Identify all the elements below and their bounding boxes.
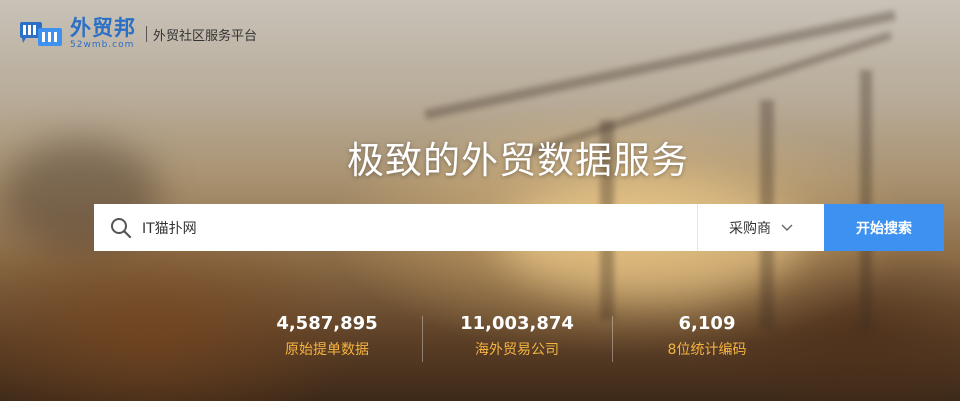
crane-silhouette (860, 70, 872, 330)
stat-label: 海外贸易公司 (475, 342, 559, 358)
search-input[interactable] (142, 204, 697, 251)
stat-item: 4,587,895 原始提单数据 (232, 310, 422, 362)
chevron-down-icon (781, 224, 793, 231)
search-type-selected: 采购商 (729, 220, 771, 237)
site-tagline: 外贸社区服务平台 (153, 28, 258, 44)
stat-label: 8位统计编码 (667, 342, 747, 358)
stat-value: 4,587,895 (276, 313, 378, 334)
stat-value: 6,109 (678, 313, 736, 334)
search-type-dropdown[interactable]: 采购商 (698, 204, 824, 251)
start-search-button[interactable]: 开始搜索 (824, 204, 944, 251)
logo-wordmark[interactable]: 外贸邦 52wmb.com (70, 17, 136, 51)
search-bar: 采购商 开始搜索 (94, 204, 944, 251)
logo-domain: 52wmb.com (70, 40, 135, 50)
logo-icon[interactable] (18, 16, 66, 52)
site-header: 外贸邦 52wmb.com 外贸社区服务平台 (18, 14, 257, 54)
search-input-wrapper (94, 204, 698, 251)
crane-silhouette (424, 10, 896, 120)
stat-item: 11,003,874 海外贸易公司 (422, 310, 612, 362)
stat-value: 11,003,874 (460, 313, 574, 334)
stats-row: 4,587,895 原始提单数据 11,003,874 海外贸易公司 6,109… (232, 310, 802, 362)
header-divider (146, 26, 147, 42)
search-icon (111, 217, 132, 238)
hero-title: 极致的外贸数据服务 (347, 139, 689, 182)
logo-name: 外贸邦 (70, 16, 136, 40)
stat-item: 6,109 8位统计编码 (612, 310, 802, 362)
stat-label: 原始提单数据 (285, 342, 369, 358)
